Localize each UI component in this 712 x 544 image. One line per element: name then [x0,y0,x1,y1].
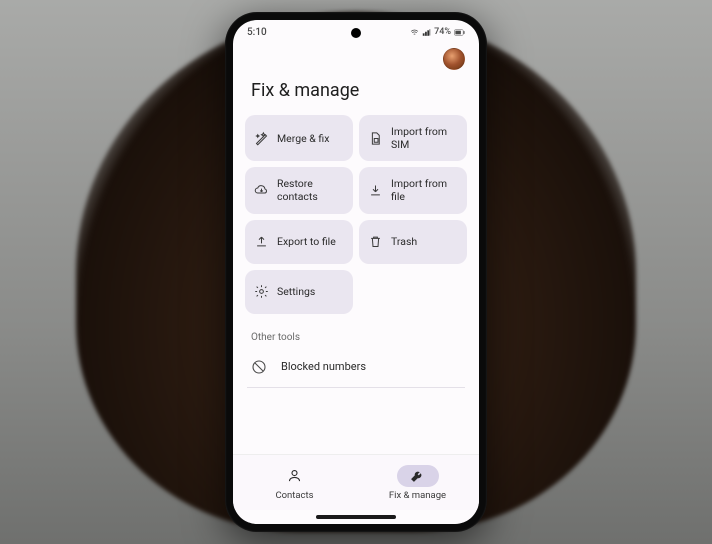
import-file-button[interactable]: Import from file [359,167,467,213]
wand-icon [253,130,269,146]
battery-icon [454,28,465,37]
other-tools-label: Other tools [233,314,479,349]
phone-frame: 5:10 74% Fix & manage Merge & fix [225,12,487,532]
trash-button[interactable]: Trash [359,220,467,264]
screen: 5:10 74% Fix & manage Merge & fix [233,20,479,524]
import-sim-button[interactable]: Import from SIM [359,115,467,161]
trash-icon [367,234,383,250]
page-title: Fix & manage [233,72,479,115]
cloud-restore-icon [253,182,269,198]
upload-icon [253,234,269,250]
restore-contacts-button[interactable]: Restore contacts [245,167,353,213]
bottom-nav: Contacts Fix & manage [233,454,479,510]
gesture-bar [233,510,479,524]
status-right: 74% [410,27,465,37]
download-icon [367,182,383,198]
sim-icon [367,130,383,146]
signal-icon [422,28,431,37]
nav-label: Fix & manage [389,490,446,501]
status-time: 5:10 [247,27,267,38]
nav-fix-manage[interactable]: Fix & manage [356,455,479,510]
person-icon [287,468,302,483]
card-label: Import from SIM [391,125,459,151]
card-label: Export to file [277,235,336,248]
card-label: Merge & fix [277,132,329,145]
nav-contacts[interactable]: Contacts [233,455,356,510]
blocked-numbers-item[interactable]: Blocked numbers [233,349,479,385]
card-label: Restore contacts [277,177,345,203]
merge-fix-button[interactable]: Merge & fix [245,115,353,161]
wrench-icon [410,468,425,483]
card-label: Settings [277,285,315,298]
settings-button[interactable]: Settings [245,270,353,314]
nav-label: Contacts [275,490,313,501]
card-label: Trash [391,235,417,248]
gear-icon [253,284,269,300]
export-file-button[interactable]: Export to file [245,220,353,264]
card-label: Import from file [391,177,459,203]
wifi-icon [410,28,419,37]
status-battery: 74% [434,27,451,37]
camera-cutout [351,28,361,38]
avatar[interactable] [443,48,465,70]
action-cards: Merge & fix Import from SIM Restore cont… [233,115,479,314]
header [233,44,479,72]
list-item-label: Blocked numbers [281,360,366,373]
blocked-icon [251,359,267,375]
